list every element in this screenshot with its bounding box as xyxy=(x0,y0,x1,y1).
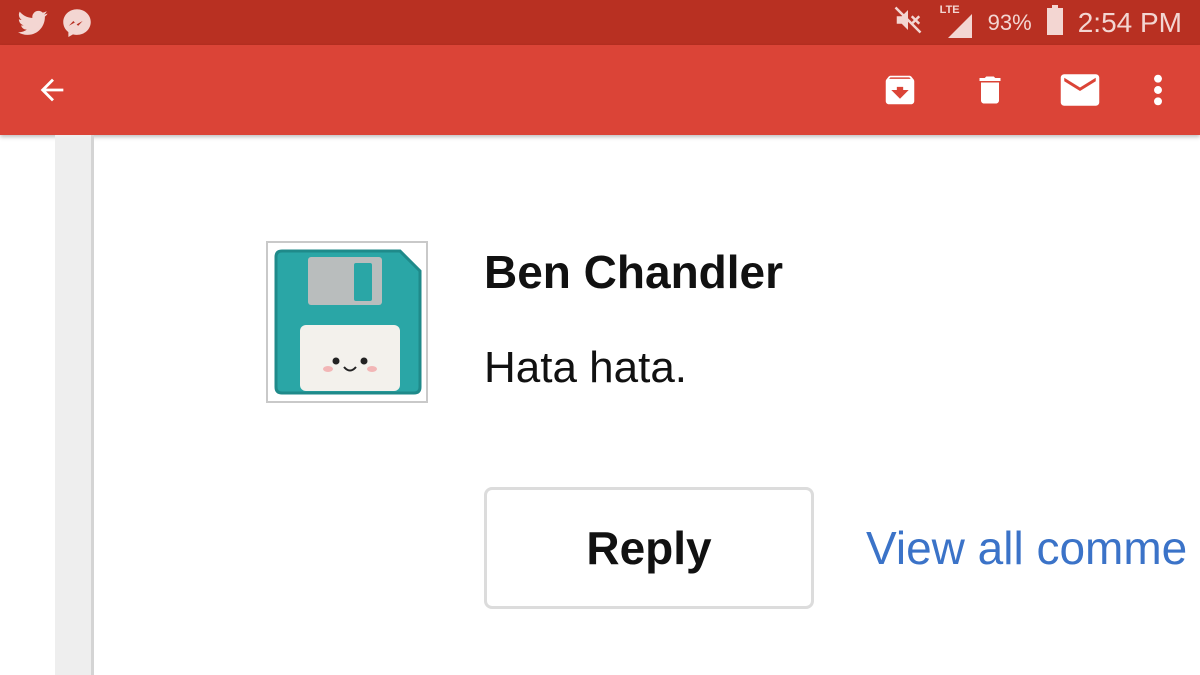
comment-text: Hata hata. xyxy=(484,343,688,392)
back-arrow-icon xyxy=(40,78,64,102)
thread-indent-rail xyxy=(55,135,94,675)
battery-percent: 93% xyxy=(987,9,1032,35)
archive-button[interactable] xyxy=(872,45,928,135)
floppy-disk-plush-avatar xyxy=(268,243,426,401)
delete-icon xyxy=(979,76,1001,104)
twitter-icon xyxy=(18,10,48,41)
more-vert-icon xyxy=(1154,74,1162,106)
battery-icon xyxy=(1046,5,1064,40)
status-bar: LTE 93% 2:54 PM xyxy=(0,0,1200,45)
avatar[interactable] xyxy=(266,241,428,403)
back-button[interactable] xyxy=(22,45,82,135)
reply-button[interactable]: Reply xyxy=(484,487,814,609)
signal-icon: LTE xyxy=(938,4,974,38)
comment-author: Ben Chandler xyxy=(484,246,784,298)
system-icons: LTE 93% 2:54 PM xyxy=(892,0,1182,45)
clock: 2:54 PM xyxy=(1077,6,1182,38)
archive-icon xyxy=(885,75,915,105)
mute-icon xyxy=(892,5,924,40)
delete-button[interactable] xyxy=(962,45,1018,135)
more-options-button[interactable] xyxy=(1140,45,1176,135)
mail-icon xyxy=(1060,74,1100,106)
mark-unread-button[interactable] xyxy=(1052,45,1108,135)
app-toolbar xyxy=(0,45,1200,135)
comment-thread: Ben Chandler Hata hata. Reply View all c… xyxy=(0,135,1200,675)
messenger-icon xyxy=(62,8,92,43)
notification-icons xyxy=(18,8,92,43)
view-all-comments-link[interactable]: View all comme xyxy=(866,521,1200,575)
